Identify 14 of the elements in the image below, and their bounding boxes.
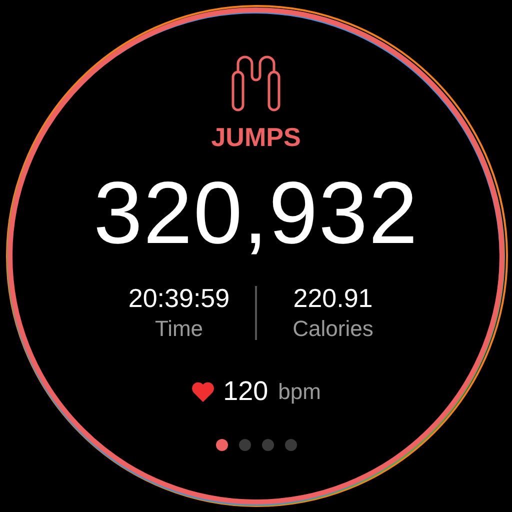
stat-value: 220.91: [293, 283, 373, 314]
stat-label: Calories: [292, 316, 374, 342]
page-dot[interactable]: [216, 439, 228, 451]
jump-count: 320,932: [93, 169, 419, 257]
heart-icon: [191, 380, 216, 402]
page-dot[interactable]: [262, 439, 274, 451]
page-dot[interactable]: [284, 439, 296, 451]
heart-rate-value: 120: [223, 376, 268, 407]
workout-title: JUMPS: [211, 122, 301, 153]
stat-label: Time: [154, 316, 204, 342]
jump-rope-icon: [231, 54, 281, 112]
stat-value: 20:39:59: [128, 283, 230, 314]
page-dot[interactable]: [238, 439, 250, 451]
heart-rate-unit: bpm: [278, 378, 321, 404]
